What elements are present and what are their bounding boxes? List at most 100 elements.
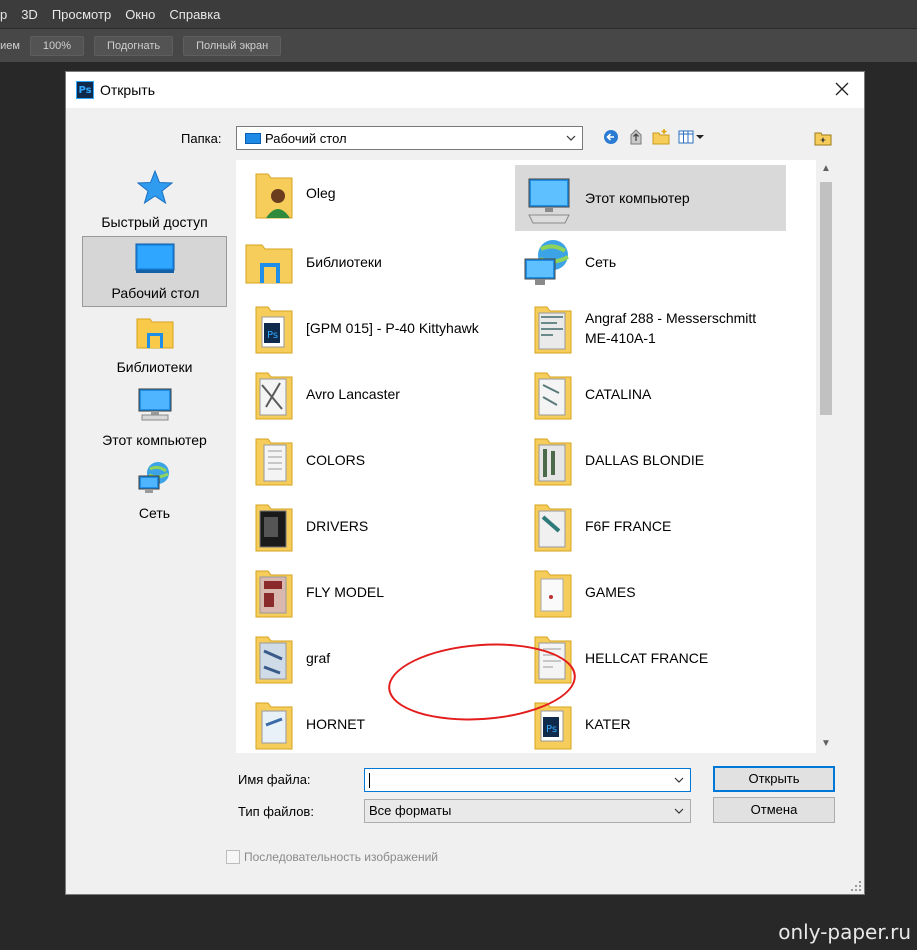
folder-icon [255,438,293,486]
network-icon [138,462,169,493]
place-label: Рабочий стол [111,285,200,301]
menu-item-help[interactable]: Справка [162,7,227,22]
star-icon [136,170,173,204]
place-label: Сеть [138,505,171,521]
create-folder-button[interactable] [652,128,670,146]
file-name: DALLAS BLONDIE [585,452,705,468]
zoom-100-button[interactable]: 100% [29,35,85,56]
options-bar: нием 100% Подогнать Полный экран [0,28,917,62]
file-name: Oleg [306,185,336,201]
folder-icon [255,372,293,420]
desktop-icon [135,243,174,273]
file-item-oleg[interactable]: Oleg [236,160,508,226]
chevron-down-icon [566,135,576,141]
fit-screen-button[interactable]: Подогнать [94,35,174,56]
image-sequence-checkbox[interactable] [226,850,240,864]
folder-icon: Ps [255,306,293,354]
folder-icon [255,570,293,618]
libraries-icon [245,244,293,284]
libraries-icon [136,318,173,349]
file-item-folder[interactable]: F6F FRANCE [515,493,787,559]
file-item-folder[interactable]: COLORS [236,427,508,493]
folder-label: Папка: [181,131,222,146]
place-libraries[interactable]: Библиотеки [82,309,227,380]
scroll-up-icon[interactable]: ▲ [816,160,836,178]
full-screen-button[interactable]: Полный экран [183,35,282,56]
close-button[interactable] [832,79,852,99]
back-button[interactable] [602,128,620,146]
file-item-folder[interactable]: DRIVERS [236,493,508,559]
place-network[interactable]: Сеть [82,455,227,526]
file-item-folder[interactable]: Angraf 288 - Messerschmitt ME-410A-1 [515,295,787,361]
place-quick-access[interactable]: Быстрый доступ [82,164,227,235]
folder-star-icon[interactable] [814,129,832,147]
svg-text:Ps: Ps [267,330,278,341]
file-name: Avro Lancaster [306,386,400,402]
file-name: Angraf 288 - Messerschmitt ME-410A-1 [585,310,757,346]
options-label: нием [0,39,20,52]
file-item-folder[interactable]: DALLAS BLONDIE [515,427,787,493]
file-name: GAMES [585,584,636,600]
file-name: DRIVERS [306,518,369,534]
new-folder-icon [652,129,670,145]
filename-label: Имя файла: [238,772,311,787]
place-label: Быстрый доступ [101,214,208,230]
image-sequence-label: Последовательность изображений [244,850,439,864]
watermark: only-paper.ru [778,920,911,944]
places-sidebar: Быстрый доступ Рабочий стол Библиотеки Э… [82,160,229,760]
view-menu-button[interactable] [677,128,705,146]
folder-icon [255,702,293,750]
computer-icon [528,178,570,224]
dialog-title: Открыть [100,82,155,98]
view-grid-icon [678,130,704,144]
scroll-down-icon[interactable]: ▼ [816,735,836,753]
file-name: CATALINA [585,386,652,402]
scroll-thumb[interactable] [820,182,832,415]
file-name: KATER [585,716,631,732]
menu-item-window[interactable]: Окно [118,7,162,22]
filename-input[interactable] [364,768,691,792]
file-name: Библиотеки [306,254,382,270]
menu-item-filter[interactable]: тр [0,7,14,22]
dialog-titlebar: Ps Открыть [66,72,864,108]
file-item-this-pc[interactable]: Этот компьютер [515,165,786,231]
close-icon [835,82,849,96]
folder-icon [255,504,293,552]
file-item-folder[interactable]: Avro Lancaster [236,361,508,427]
network-icon [524,240,569,285]
desktop-icon [245,132,261,144]
svg-text:Ps: Ps [546,724,557,735]
folder-row: Папка: Рабочий стол [66,126,864,150]
file-item-libraries[interactable]: Библиотеки [236,229,508,295]
folder-icon [534,306,572,354]
filetype-dropdown[interactable]: Все форматы [364,799,691,823]
back-arrow-icon [604,130,618,144]
folder-dropdown[interactable]: Рабочий стол [236,126,583,150]
up-folder-button[interactable] [627,128,645,146]
text-caret [369,773,370,788]
folder-value: Рабочий стол [265,130,347,146]
menu-item-3d[interactable]: 3D [14,7,45,22]
cancel-button[interactable]: Отмена [713,797,835,823]
menu-bar: тр 3D Просмотр Окно Справка [0,0,917,28]
image-sequence-option: Последовательность изображений [226,850,438,864]
file-name: HELLCAT FRANCE [585,650,709,666]
file-name: [GPM 015] - P-40 Kittyhawk [306,320,479,336]
folder-icon [534,438,572,486]
file-item-folder[interactable]: Ps [GPM 015] - P-40 Kittyhawk [236,295,508,361]
file-item-folder[interactable]: CATALINA [515,361,787,427]
place-this-pc[interactable]: Этот компьютер [82,382,227,453]
resize-grip-icon[interactable] [851,881,861,891]
open-button[interactable]: Открыть [713,766,835,792]
place-desktop[interactable]: Рабочий стол [82,236,227,307]
file-list-scrollbar[interactable]: ▲ ▼ [816,160,836,753]
folder-nav-toolbar [602,128,705,146]
folder-icon [534,372,572,420]
file-item-folder[interactable]: GAMES [515,559,787,625]
folder-icon [534,570,572,618]
up-folder-icon [630,129,642,145]
menu-item-view[interactable]: Просмотр [45,7,118,22]
file-item-network[interactable]: Сеть [515,229,787,295]
file-item-fly-model[interactable]: FLY MODEL [236,559,508,625]
chevron-down-icon[interactable] [672,772,686,788]
